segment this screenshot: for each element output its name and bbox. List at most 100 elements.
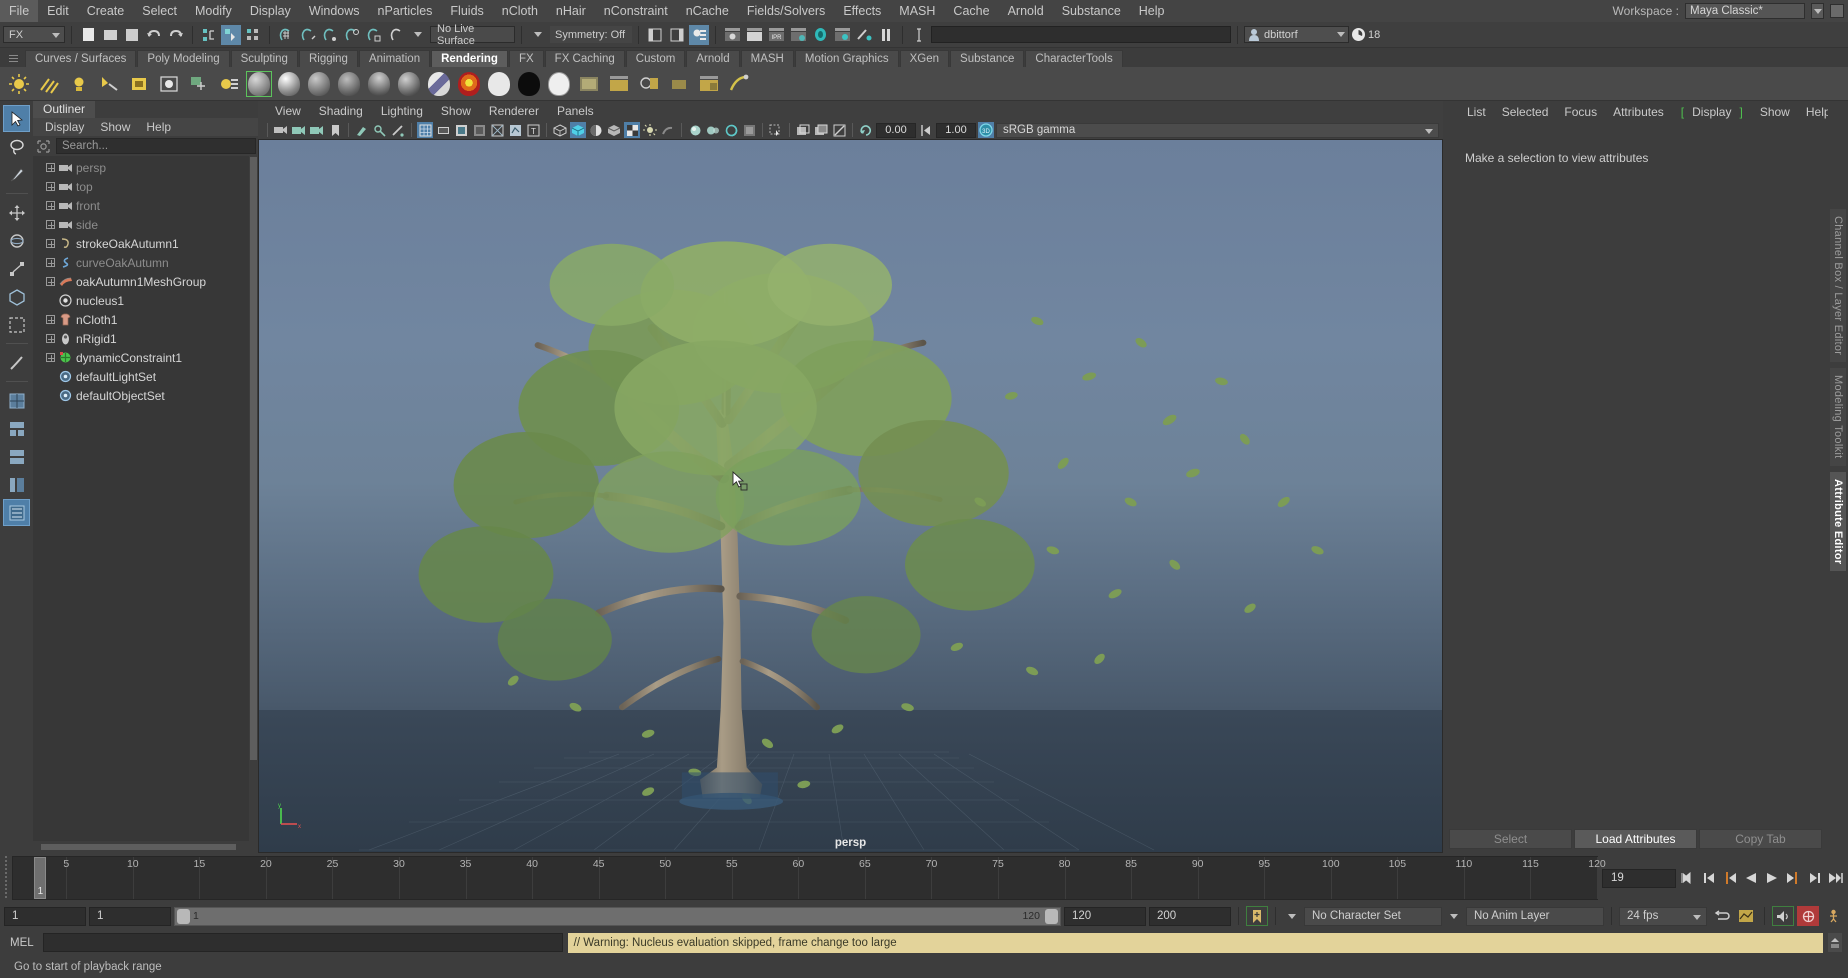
- outliner-item-oakAutumn1MeshGroup[interactable]: oakAutumn1MeshGroup: [33, 272, 258, 291]
- outliner-item-persp[interactable]: persp: [33, 158, 258, 177]
- point-light-icon[interactable]: [66, 71, 92, 97]
- menu-ncloth[interactable]: nCloth: [493, 0, 547, 22]
- snap-to-projected-center-icon[interactable]: [342, 25, 362, 45]
- select-tool[interactable]: [3, 105, 30, 132]
- color-management-icon[interactable]: 3D: [978, 122, 994, 138]
- expand-icon[interactable]: [46, 163, 55, 172]
- anim-layer-field[interactable]: No Anim Layer: [1466, 907, 1604, 926]
- menu-arnold[interactable]: Arnold: [999, 0, 1053, 22]
- expand-icon[interactable]: [46, 220, 55, 229]
- range-slider-bar[interactable]: 1 120: [174, 907, 1061, 926]
- outliner-item-front[interactable]: front: [33, 196, 258, 215]
- resolution-gate-icon[interactable]: [453, 122, 469, 138]
- command-input[interactable]: [43, 933, 563, 952]
- expand-icon[interactable]: [46, 277, 55, 286]
- film-gate-icon[interactable]: [435, 122, 451, 138]
- live-surface-dropdown-arrow[interactable]: [408, 25, 428, 45]
- outliner-horizontal-scrollbar[interactable]: [33, 841, 258, 853]
- menu-create[interactable]: Create: [78, 0, 134, 22]
- shelf-tab-charactertools[interactable]: CharacterTools: [1025, 50, 1122, 67]
- anim-layer-dropdown-arrow[interactable]: [1445, 906, 1463, 926]
- ae-menu-display[interactable]: [Display]: [1672, 100, 1752, 124]
- step-back-frame-button[interactable]: [1700, 868, 1718, 888]
- menu-select[interactable]: Select: [133, 0, 186, 22]
- show-hide-editors-right-icon[interactable]: [667, 25, 687, 45]
- workspace-selector[interactable]: Workspace : Maya Classic*: [1613, 0, 1844, 22]
- display-rgb-channels-icon[interactable]: [813, 122, 829, 138]
- outliner-tree[interactable]: persp top front side: [33, 156, 258, 841]
- tab-attribute-editor[interactable]: Attribute Editor: [1830, 472, 1846, 571]
- outliner-item-defaultLightSet[interactable]: defaultLightSet: [33, 367, 258, 386]
- isolate-select-icon[interactable]: [768, 122, 784, 138]
- audio-toggle-icon[interactable]: [1772, 906, 1794, 926]
- ae-menu-attributes[interactable]: Attributes: [1605, 101, 1672, 123]
- exposure-reset-icon[interactable]: [858, 122, 874, 138]
- outliner-menu-display[interactable]: Display: [37, 118, 92, 136]
- ae-menu-focus[interactable]: Focus: [1556, 101, 1605, 123]
- render-globals-icon[interactable]: [216, 71, 242, 97]
- outliner-item-strokeOakAutumn1[interactable]: strokeOakAutumn1: [33, 234, 258, 253]
- viewport-menu-panels[interactable]: Panels: [548, 101, 603, 121]
- viewport-menu-view[interactable]: View: [266, 101, 310, 121]
- menu-file[interactable]: File: [0, 0, 38, 22]
- range-end-handle[interactable]: [1045, 909, 1058, 924]
- universal-manipulator-tool[interactable]: [3, 283, 30, 310]
- select-camera-icon[interactable]: [273, 122, 289, 138]
- menu-fields-solvers[interactable]: Fields/Solvers: [738, 0, 835, 22]
- directional-light-icon[interactable]: [36, 71, 62, 97]
- auto-keyframe-toggle[interactable]: [1246, 906, 1268, 926]
- live-surface-field[interactable]: No Live Surface: [430, 26, 515, 43]
- shadows-icon[interactable]: [660, 122, 676, 138]
- outliner-menu-show[interactable]: Show: [92, 118, 138, 136]
- expand-icon[interactable]: [46, 258, 55, 267]
- shelf-tab-poly-modeling[interactable]: Poly Modeling: [137, 50, 229, 67]
- texture-display-icon[interactable]: [624, 122, 640, 138]
- menu-mash[interactable]: MASH: [890, 0, 944, 22]
- gamma-reset-icon[interactable]: [918, 122, 934, 138]
- shelf-tab-fx-caching[interactable]: FX Caching: [545, 50, 625, 67]
- ae-copy-tab-button[interactable]: Copy Tab: [1699, 829, 1822, 849]
- user-account-box[interactable]: dbittorf: [1244, 26, 1349, 43]
- redo-icon[interactable]: [166, 25, 186, 45]
- viewport-menu-shading[interactable]: Shading: [310, 101, 372, 121]
- command-language-label[interactable]: MEL: [6, 937, 38, 949]
- use-all-lights-icon[interactable]: [642, 122, 658, 138]
- expand-icon[interactable]: [46, 201, 55, 210]
- expand-icon[interactable]: [46, 334, 55, 343]
- motion-blur-icon[interactable]: [705, 122, 721, 138]
- current-frame-field[interactable]: 19: [1602, 869, 1676, 888]
- character-set-dropdown-arrow[interactable]: [1283, 906, 1301, 926]
- xray-joints-icon[interactable]: [507, 122, 523, 138]
- lasso-tool[interactable]: [3, 133, 30, 160]
- displacement-icon[interactable]: [546, 71, 572, 97]
- ramp-shader-icon[interactable]: [426, 71, 452, 97]
- shelf-tab-substance[interactable]: Substance: [950, 50, 1024, 67]
- time-slider[interactable]: 1 51015202530354045505560657075808590951…: [12, 856, 1598, 900]
- text-cursor-icon[interactable]: [909, 25, 929, 45]
- symmetry-dropdown-arrow[interactable]: [528, 25, 548, 45]
- bookmark-camera-icon[interactable]: [309, 122, 325, 138]
- use-background-icon[interactable]: [486, 71, 512, 97]
- undo-icon[interactable]: [144, 25, 164, 45]
- toggle-render-diagnostics-icon[interactable]: [854, 25, 874, 45]
- smooth-shade-all-icon[interactable]: [570, 122, 586, 138]
- light-linking-icon[interactable]: [186, 71, 212, 97]
- scrollbar-thumb[interactable]: [250, 157, 257, 760]
- tab-modeling-toolkit[interactable]: Modeling Toolkit: [1830, 368, 1846, 465]
- outliner-search-input[interactable]: Search...: [56, 138, 256, 154]
- outliner-item-nCloth1[interactable]: nCloth1: [33, 310, 258, 329]
- menu-edit[interactable]: Edit: [38, 0, 78, 22]
- batch-render-icon[interactable]: [606, 71, 632, 97]
- menu-nparticles[interactable]: nParticles: [369, 0, 442, 22]
- show-hide-editors-left-icon[interactable]: [645, 25, 665, 45]
- expand-icon[interactable]: [46, 182, 55, 191]
- search-filter-icon[interactable]: [35, 138, 52, 154]
- shelf-tab-arnold[interactable]: Arnold: [686, 50, 739, 67]
- four-view-layout[interactable]: [3, 415, 30, 442]
- new-scene-icon[interactable]: [78, 25, 98, 45]
- image-plane-icon[interactable]: [327, 122, 343, 138]
- grid-toggle-icon[interactable]: [417, 122, 433, 138]
- anti-aliasing-icon[interactable]: [723, 122, 739, 138]
- range-start-handle[interactable]: [177, 909, 190, 924]
- shelf-tab-sculpting[interactable]: Sculpting: [231, 50, 298, 67]
